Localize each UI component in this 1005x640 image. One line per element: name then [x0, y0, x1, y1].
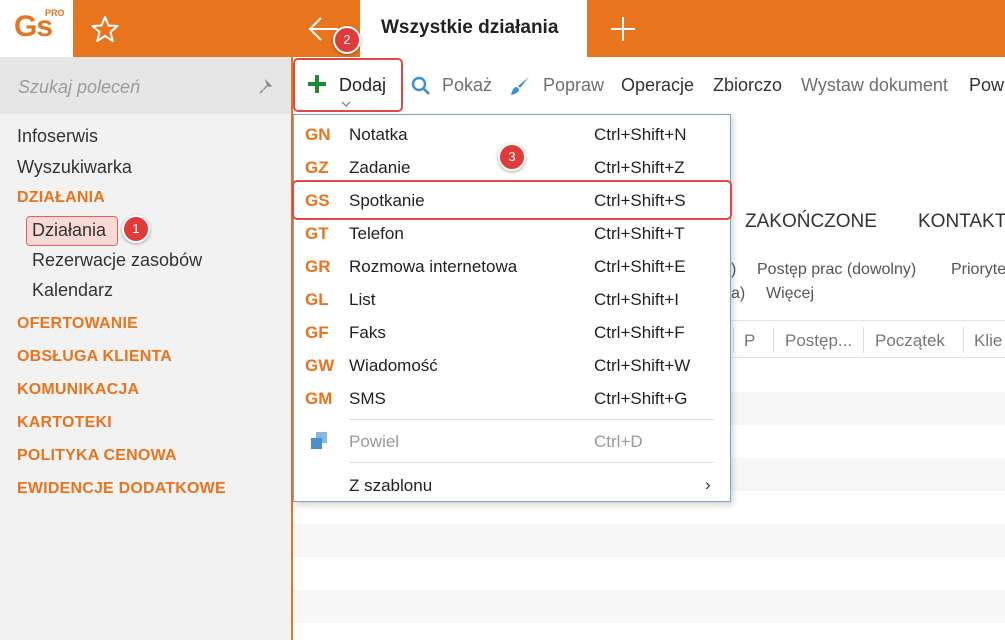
sms-code-icon: GM [305, 389, 333, 408]
menu-item-shortcut: Ctrl+Shift+N [594, 125, 687, 144]
note-code-icon: GN [305, 125, 331, 144]
menu-item-shortcut: Ctrl+Shift+G [594, 389, 688, 408]
search-input[interactable]: Szukaj poleceń [18, 77, 140, 98]
sidebar-item-kalendarz[interactable]: Kalendarz [32, 280, 113, 301]
add-button-label: Dodaj [339, 75, 387, 95]
submenu-arrow-icon: › [705, 475, 711, 494]
menu-separator [349, 462, 714, 463]
new-tab-plus-icon[interactable] [606, 12, 640, 46]
menu-item-shortcut: Ctrl+Shift+F [594, 323, 685, 342]
column-separator[interactable] [963, 327, 964, 353]
issue-document-button[interactable]: Wystaw dokument [801, 75, 948, 96]
filter-fragment-2: a) [731, 285, 746, 302]
filter-fragment: ) [731, 261, 737, 278]
add-dropdown-menu: GN Notatka Ctrl+Shift+N GZ Zadanie Ctrl+… [292, 114, 732, 502]
duplicate-icon [311, 432, 327, 449]
command-search[interactable]: Szukaj poleceń [0, 57, 291, 114]
tab-title: Wszystkie działania [381, 17, 559, 38]
menu-item-message[interactable]: GW Wiadomość Ctrl+Shift+W [294, 349, 730, 382]
sidebar-section-ofertowanie[interactable]: OFERTOWANIE [17, 315, 138, 333]
column-header-start[interactable]: Początek [875, 331, 945, 351]
step-badge-3: 3 [498, 143, 526, 171]
menu-item-label: Powiel [349, 432, 400, 451]
menu-item-label: SMS [349, 389, 386, 408]
sidebar-item-rezerwacje[interactable]: Rezerwacje zasobów [32, 250, 202, 271]
menu-item-label: Z szablonu [349, 476, 433, 495]
menu-item-duplicate[interactable]: Powiel Ctrl+D [294, 425, 730, 458]
add-plus-icon [308, 75, 326, 93]
menu-item-label: Zadanie [349, 158, 411, 177]
menu-item-chat[interactable]: GR Rozmowa internetowa Ctrl+Shift+E [294, 250, 730, 283]
menu-item-shortcut: Ctrl+Shift+T [594, 224, 685, 243]
menu-item-shortcut: Ctrl+Shift+I [594, 290, 680, 309]
summary-button[interactable]: Zbiorczo [713, 75, 782, 96]
chevron-down-icon [341, 101, 351, 107]
add-button[interactable]: Dodaj [293, 58, 403, 112]
table-row[interactable] [293, 524, 1005, 557]
fix-button[interactable]: Popraw [543, 75, 604, 96]
logo-pro-badge: PRO [45, 8, 65, 18]
column-separator[interactable] [773, 327, 774, 353]
column-separator[interactable] [733, 327, 734, 353]
column-header-progress[interactable]: Postęp... [785, 331, 852, 351]
menu-item-letter[interactable]: GL List Ctrl+Shift+I [294, 283, 730, 316]
column-separator[interactable] [863, 327, 864, 353]
step-badge-1: 1 [122, 215, 150, 243]
tab-all-activities[interactable]: Wszystkie działania [360, 0, 587, 57]
menu-item-phone[interactable]: GT Telefon Ctrl+Shift+T [294, 217, 730, 250]
search-icon [411, 76, 430, 95]
letter-code-icon: GL [305, 290, 329, 309]
column-header-p[interactable]: P [744, 331, 755, 351]
sidebar-item-dzialania[interactable]: Działania [32, 220, 106, 241]
sidebar-section-dzialania[interactable]: DZIAŁANIA [17, 189, 105, 207]
menu-item-from-template[interactable]: Z szablonu › [294, 469, 730, 502]
phone-code-icon: GT [305, 224, 329, 243]
menu-separator [349, 419, 714, 420]
menu-item-shortcut: Ctrl+Shift+E [594, 257, 686, 276]
step-badge-2: 2 [333, 26, 361, 54]
filter-priority[interactable]: Prioryte [951, 261, 1005, 279]
show-button[interactable]: Pokaż [442, 75, 492, 96]
task-code-icon: GZ [305, 158, 329, 177]
message-code-icon: GW [305, 356, 335, 375]
brush-icon [511, 77, 529, 95]
tab-finished[interactable]: ZAKOŃCZONE [745, 211, 877, 233]
sidebar-section-komunikacja[interactable]: KOMUNIKACJA [17, 381, 139, 399]
sidebar-item-wyszukiwarka[interactable]: Wyszukiwarka [17, 157, 132, 178]
sidebar-section-kartoteki[interactable]: KARTOTEKI [17, 414, 112, 432]
menu-item-fax[interactable]: GF Faks Ctrl+Shift+F [294, 316, 730, 349]
more-button[interactable]: Powi [969, 75, 1005, 96]
app-logo[interactable]: Gs PRO [0, 0, 73, 57]
menu-item-shortcut: Ctrl+Shift+Z [594, 158, 685, 177]
sidebar-item-infoserwis[interactable]: Infoserwis [17, 126, 98, 147]
favorites-star-icon[interactable] [88, 12, 122, 46]
menu-item-label: Telefon [349, 224, 404, 243]
menu-item-meeting-highlight [292, 180, 732, 220]
fax-code-icon: GF [305, 323, 329, 342]
menu-item-label: Rozmowa internetowa [349, 257, 518, 276]
filter-more-link[interactable]: Więcej [766, 285, 814, 303]
menu-item-label: Faks [349, 323, 386, 342]
top-bar: Gs PRO Wszystkie działania [0, 0, 1005, 57]
pin-icon[interactable] [258, 77, 276, 95]
sidebar-section-obsluga-klienta[interactable]: OBSŁUGA KLIENTA [17, 348, 172, 366]
menu-item-sms[interactable]: GM SMS Ctrl+Shift+G [294, 382, 730, 415]
menu-item-label: List [349, 290, 376, 309]
sidebar-section-ewidencje[interactable]: EWIDENCJE DODATKOWE [17, 480, 226, 498]
chat-code-icon: GR [305, 257, 331, 276]
sidebar-section-polityka-cenowa[interactable]: POLITYKA CENOWA [17, 447, 177, 465]
table-row[interactable] [293, 590, 1005, 623]
tab-contacts[interactable]: KONTAKT [918, 211, 1005, 233]
column-header-client[interactable]: Klie [974, 331, 1002, 351]
operations-button[interactable]: Operacje [621, 75, 694, 96]
menu-item-shortcut: Ctrl+D [594, 432, 643, 451]
menu-item-label: Notatka [349, 125, 408, 144]
filter-progress[interactable]: Postęp prac (dowolny) [757, 261, 916, 279]
menu-item-shortcut: Ctrl+Shift+W [594, 356, 691, 375]
menu-item-label: Wiadomość [349, 356, 438, 375]
